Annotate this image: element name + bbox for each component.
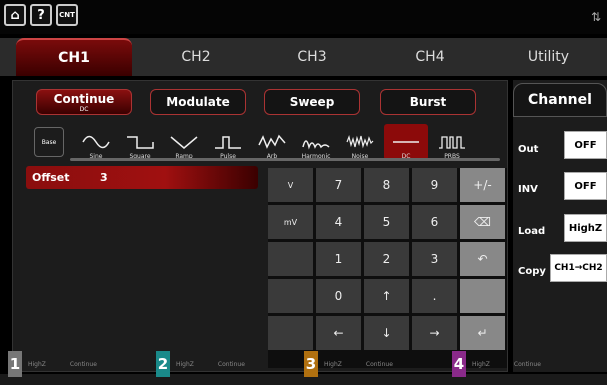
5-key[interactable]: 5 <box>364 205 409 239</box>
v-key[interactable]: V <box>268 168 313 202</box>
mv-key[interactable]: mV <box>268 205 313 239</box>
channel-mode: Continue <box>513 360 541 368</box>
blank-key <box>268 279 313 313</box>
up-key[interactable]: ↑ <box>364 279 409 313</box>
wave-square[interactable]: Square <box>118 124 162 160</box>
tab-ch2[interactable]: CH2 <box>138 38 254 76</box>
offset-field[interactable]: Offset 3 <box>26 166 258 189</box>
8-key[interactable]: 8 <box>364 168 409 202</box>
harmonic-wave-icon <box>302 140 330 150</box>
inv-toggle[interactable]: OFF <box>564 172 607 200</box>
undo-key[interactable]: ↶ <box>460 242 505 276</box>
7-key[interactable]: 7 <box>316 168 361 202</box>
load-label: Load <box>518 226 546 237</box>
out-label: Out <box>518 144 539 155</box>
copy-button[interactable]: CH1→CH2 <box>550 254 607 282</box>
channel-load: HighZ <box>472 360 490 368</box>
tab-utility[interactable]: Utility <box>490 38 607 76</box>
modulate-label: Modulate <box>166 95 230 109</box>
blank-key <box>460 279 505 313</box>
channel-load: HighZ <box>28 360 46 368</box>
channel-number: 3 <box>304 351 318 377</box>
home-icon[interactable]: ⌂ <box>4 4 26 26</box>
continue-button[interactable]: Continue DC <box>36 89 132 115</box>
channel-mode: Continue <box>365 360 393 368</box>
channel-status-3[interactable]: 3 HighZ Continue <box>304 345 393 383</box>
channel-number: 4 <box>452 351 466 377</box>
usb-icon: ⇅ <box>590 10 601 24</box>
4-key[interactable]: 4 <box>316 205 361 239</box>
out-toggle[interactable]: OFF <box>564 131 607 159</box>
sine-wave-icon <box>82 135 110 149</box>
sweep-button[interactable]: Sweep <box>264 89 360 115</box>
wave-noise[interactable]: Noise <box>338 124 382 160</box>
channel-mode: Continue <box>69 360 97 368</box>
channel-status-2[interactable]: 2 HighZ Continue <box>156 345 245 383</box>
wave-scrollbar[interactable] <box>70 158 500 161</box>
2-key[interactable]: 2 <box>364 242 409 276</box>
channel-header: Channel <box>513 83 607 117</box>
1-key[interactable]: 1 <box>316 242 361 276</box>
dc-wave-icon <box>393 141 419 143</box>
right-key[interactable]: → <box>412 316 457 350</box>
channel-number: 2 <box>156 351 170 377</box>
base-button[interactable]: Base <box>34 127 64 157</box>
wave-ramp[interactable]: Ramp <box>162 124 206 160</box>
offset-value: 3 <box>100 171 108 184</box>
channel-tabs: CH1 CH2 CH3 CH4 Utility <box>0 38 607 76</box>
channel-status-1[interactable]: 1 HighZ Continue <box>8 345 97 383</box>
tab-ch1[interactable]: CH1 <box>16 38 132 76</box>
backspace-key[interactable]: ⌫ <box>460 205 505 239</box>
channel-status-4[interactable]: 4 HighZ Continue <box>452 345 541 383</box>
channel-load: HighZ <box>324 360 342 368</box>
noise-wave-icon <box>346 135 374 149</box>
prbs-wave-icon <box>439 136 465 149</box>
arb-wave-icon <box>258 134 286 149</box>
ramp-wave-icon <box>170 136 198 149</box>
square-wave-icon <box>127 136 154 149</box>
pulse-wave-icon <box>215 136 241 149</box>
burst-button[interactable]: Burst <box>380 89 476 115</box>
tab-ch4[interactable]: CH4 <box>372 38 488 76</box>
sweep-label: Sweep <box>289 95 335 109</box>
copy-label: Copy <box>518 266 546 277</box>
tab-ch3[interactable]: CH3 <box>254 38 370 76</box>
continue-sub: DC <box>79 105 89 113</box>
channel-load: HighZ <box>176 360 194 368</box>
channel-mode: Continue <box>217 360 245 368</box>
wave-prbs[interactable]: PRBS <box>430 124 474 160</box>
6-key[interactable]: 6 <box>412 205 457 239</box>
0-key[interactable]: 0 <box>316 279 361 313</box>
channel-number: 1 <box>8 351 22 377</box>
wave-dc[interactable]: DC <box>384 124 428 160</box>
counter-icon[interactable]: CNT <box>56 4 78 26</box>
sign-key[interactable]: +/- <box>460 168 505 202</box>
load-button[interactable]: HighZ <box>564 214 607 242</box>
top-bar <box>0 0 607 34</box>
dot-key[interactable]: . <box>412 279 457 313</box>
burst-label: Burst <box>409 95 447 109</box>
9-key[interactable]: 9 <box>412 168 457 202</box>
modulate-button[interactable]: Modulate <box>150 89 246 115</box>
wave-arb[interactable]: Arb <box>250 124 294 160</box>
offset-label: Offset <box>32 171 70 184</box>
wave-pulse[interactable]: Pulse <box>206 124 250 160</box>
help-icon[interactable]: ? <box>30 4 52 26</box>
inv-label: INV <box>518 184 538 195</box>
wave-harmonic[interactable]: Harmonic <box>294 124 338 160</box>
wave-sine[interactable]: Sine <box>74 124 118 160</box>
3-key[interactable]: 3 <box>412 242 457 276</box>
continue-label: Continue <box>53 91 115 106</box>
blank-key <box>268 242 313 276</box>
